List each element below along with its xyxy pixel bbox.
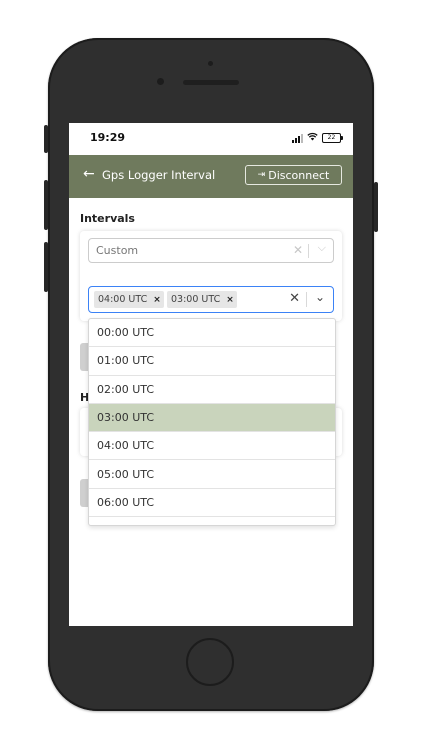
tag-label: 04:00 UTC bbox=[98, 294, 148, 305]
logout-icon: ⇥ bbox=[257, 170, 266, 180]
interval-times-multiselect[interactable]: 04:00 UTC × 03:00 UTC × ✕ ⌄ bbox=[88, 286, 334, 313]
dropdown-option[interactable]: 01:00 UTC bbox=[89, 347, 335, 376]
battery-icon: 22 bbox=[322, 133, 343, 143]
status-icons: 22 bbox=[292, 132, 343, 144]
front-camera bbox=[157, 78, 164, 85]
select-separator bbox=[308, 244, 309, 258]
proximity-sensor bbox=[208, 61, 213, 66]
intervals-card: Custom ✕ ⌵ 04:00 UTC × 03:00 UTC × ✕ ⌄ bbox=[80, 231, 342, 321]
interval-mode-value: Custom bbox=[96, 244, 139, 257]
app-header: ← Gps Logger Interval ⇥ Disconnect bbox=[69, 155, 353, 198]
back-arrow-icon[interactable]: ← bbox=[83, 166, 95, 182]
selected-tag: 04:00 UTC × bbox=[94, 291, 164, 308]
wifi-icon bbox=[307, 132, 318, 144]
disconnect-label: Disconnect bbox=[268, 168, 330, 182]
mute-switch bbox=[44, 125, 48, 153]
dropdown-option[interactable]: 02:00 UTC bbox=[89, 376, 335, 404]
dropdown-option[interactable]: 06:00 UTC bbox=[89, 489, 335, 518]
power-button bbox=[374, 182, 378, 232]
dropdown-option[interactable]: 04:00 UTC bbox=[89, 432, 335, 461]
remove-tag-icon[interactable]: × bbox=[226, 295, 234, 305]
earpiece-speaker bbox=[183, 80, 239, 85]
status-bar: 19:29 22 bbox=[69, 123, 353, 155]
chevron-down-icon[interactable]: ⌵ bbox=[318, 241, 326, 255]
remove-tag-icon[interactable]: × bbox=[153, 295, 161, 305]
home-button[interactable] bbox=[186, 638, 234, 686]
dropdown-option[interactable]: 00:00 UTC bbox=[89, 319, 335, 348]
tag-label: 03:00 UTC bbox=[171, 294, 221, 305]
dropdown-option[interactable]: 05:00 UTC bbox=[89, 460, 335, 489]
battery-level: 22 bbox=[327, 134, 336, 141]
interval-mode-select[interactable]: Custom ✕ ⌵ bbox=[88, 238, 334, 263]
disconnect-button[interactable]: ⇥ Disconnect bbox=[245, 165, 342, 185]
clear-all-icon[interactable]: ✕ bbox=[289, 291, 300, 306]
status-time: 19:29 bbox=[90, 131, 126, 144]
signal-icon bbox=[292, 133, 303, 143]
app-screen: 19:29 22 ← Gps Logger Interval ⇥ Disconn… bbox=[69, 123, 353, 626]
interval-options-dropdown: 00:00 UTC 01:00 UTC 02:00 UTC 03:00 UTC … bbox=[88, 318, 336, 526]
chevron-down-icon[interactable]: ⌄ bbox=[315, 290, 325, 304]
volume-up-button bbox=[44, 180, 48, 230]
volume-down-button bbox=[44, 242, 48, 292]
select-separator bbox=[306, 292, 307, 307]
page-title: Gps Logger Interval bbox=[102, 168, 216, 182]
dropdown-option-highlighted[interactable]: 03:00 UTC bbox=[89, 403, 335, 433]
clear-icon[interactable]: ✕ bbox=[293, 243, 303, 257]
intervals-heading: Intervals bbox=[80, 212, 135, 225]
selected-tag: 03:00 UTC × bbox=[167, 291, 237, 308]
